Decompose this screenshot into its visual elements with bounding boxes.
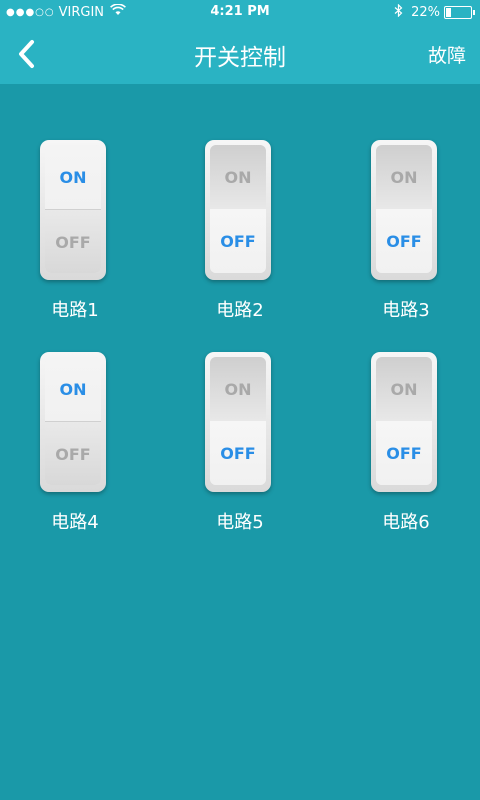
status-right: 22%: [394, 3, 475, 21]
chevron-left-icon: [19, 40, 34, 68]
toggle-switch-2[interactable]: ON OFF: [205, 140, 271, 280]
back-button[interactable]: [10, 34, 50, 74]
switch-rocker: ON OFF: [376, 357, 432, 485]
toggle-switch-5[interactable]: ON OFF: [205, 352, 271, 492]
switch-cell-2: ON OFF 电路2: [180, 84, 300, 321]
switch-off-side: OFF: [45, 421, 101, 485]
switch-on-side: ON: [45, 357, 101, 421]
status-bar: ●●●○○ VIRGIN 4:21 PM 22%: [0, 0, 480, 24]
page-title: 开关控制: [194, 45, 286, 71]
switch-rocker: ON OFF: [45, 145, 101, 273]
toggle-switch-3[interactable]: ON OFF: [371, 140, 437, 280]
nav-bar: 开关控制 故障: [0, 24, 480, 84]
circuit-label: 电路4: [51, 512, 99, 533]
switch-on-side: ON: [210, 145, 266, 210]
switch-grid: ON OFF 电路1 ON OFF 电路2 ON OFF 电路3 ON OFF: [0, 84, 480, 800]
switch-rocker: ON OFF: [210, 357, 266, 485]
on-label: ON: [390, 167, 418, 187]
switch-cell-6: ON OFF 电路6: [346, 296, 466, 533]
switch-rocker: ON OFF: [45, 357, 101, 485]
switch-off-side: OFF: [376, 421, 432, 485]
off-label: OFF: [386, 231, 422, 251]
toggle-switch-6[interactable]: ON OFF: [371, 352, 437, 492]
switch-cell-3: ON OFF 电路3: [346, 84, 466, 321]
switch-off-side: OFF: [210, 209, 266, 273]
off-label: OFF: [55, 444, 91, 464]
off-label: OFF: [220, 443, 256, 463]
battery-level: [446, 8, 451, 17]
switch-rocker: ON OFF: [376, 145, 432, 273]
on-label: ON: [224, 167, 252, 187]
switch-off-side: OFF: [45, 209, 101, 273]
toggle-switch-4[interactable]: ON OFF: [40, 352, 106, 492]
switch-off-side: OFF: [376, 209, 432, 273]
switch-on-side: ON: [376, 145, 432, 210]
toggle-switch-1[interactable]: ON OFF: [40, 140, 106, 280]
fault-button[interactable]: 故障: [428, 41, 466, 68]
off-label: OFF: [55, 232, 91, 252]
on-label: ON: [224, 379, 252, 399]
switch-rocker: ON OFF: [210, 145, 266, 273]
switch-on-side: ON: [376, 357, 432, 422]
switch-cell-1: ON OFF 电路1: [15, 84, 135, 321]
on-label: ON: [59, 167, 87, 187]
battery-icon: [444, 6, 475, 19]
switch-cell-4: ON OFF 电路4: [15, 296, 135, 533]
circuit-label: 电路5: [216, 512, 264, 533]
circuit-label: 电路6: [382, 512, 430, 533]
on-label: ON: [390, 379, 418, 399]
switch-on-side: ON: [45, 145, 101, 209]
switch-on-side: ON: [210, 357, 266, 422]
battery-percent: 22%: [411, 5, 440, 20]
bluetooth-icon: [394, 3, 403, 21]
off-label: OFF: [386, 443, 422, 463]
switch-cell-5: ON OFF 电路5: [180, 296, 300, 533]
off-label: OFF: [220, 231, 256, 251]
switch-off-side: OFF: [210, 421, 266, 485]
on-label: ON: [59, 379, 87, 399]
